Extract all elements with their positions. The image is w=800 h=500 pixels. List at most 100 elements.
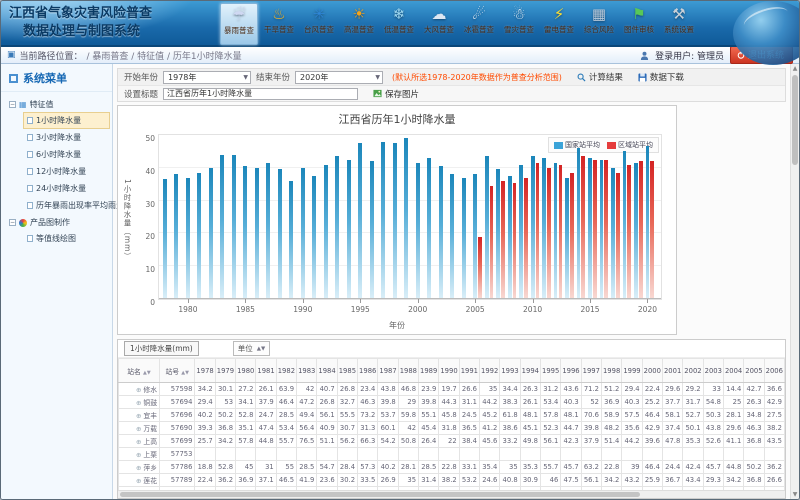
nav-item-wind[interactable]: ☁大风普查 (420, 3, 458, 45)
col-header-year[interactable]: 1981 (256, 359, 276, 383)
horizontal-scrollbar[interactable] (118, 490, 785, 498)
station-name-cell[interactable]: ⊕宜丰 (119, 409, 160, 422)
calc-result-button[interactable]: 计算结果 (577, 71, 623, 83)
value-cell: 25.9 (642, 474, 662, 487)
nav-item-map-review[interactable]: ⚑图件审核 (620, 3, 658, 45)
col-header-year[interactable]: 2000 (642, 359, 662, 383)
table-row: ⊕铜鼓5769429.45334.137.946.447.226.832.746… (119, 396, 785, 409)
sidebar-group[interactable]: −产品图制作 (3, 214, 110, 230)
station-name-cell[interactable]: ⊕万载 (119, 422, 160, 435)
expand-icon[interactable]: ⊕ (136, 464, 141, 472)
col-header-year[interactable]: 1987 (378, 359, 398, 383)
expand-icon[interactable]: ⊕ (136, 477, 141, 485)
col-header-year[interactable]: 1991 (459, 359, 479, 383)
end-year-select[interactable]: 2020年 ▼ (295, 71, 383, 84)
tree-collapse-icon[interactable]: − (9, 101, 16, 108)
vertical-scrollbar[interactable]: ▲ ▼ (790, 64, 799, 499)
col-header-year[interactable]: 2005 (744, 359, 764, 383)
station-name-cell[interactable]: ⊕铜鼓 (119, 396, 160, 409)
col-header-year[interactable]: 1982 (276, 359, 296, 383)
unit-button[interactable]: 1小时降水量(mm) (124, 341, 199, 356)
col-header-year[interactable]: 1983 (297, 359, 317, 383)
expand-icon[interactable]: ⊕ (136, 386, 141, 394)
station-id-cell: 57699 (160, 435, 195, 448)
nav-item-hail[interactable]: ☄冰雹普查 (460, 3, 498, 45)
sidebar-item[interactable]: 1小时降水量 (23, 112, 110, 129)
col-header-year[interactable]: 1992 (480, 359, 500, 383)
value-cell: 31.1 (459, 396, 479, 409)
col-header-year[interactable]: 1979 (215, 359, 235, 383)
sidebar-item[interactable]: 6小时降水量 (23, 146, 110, 163)
nav-item-drought[interactable]: ♨干旱普查 (260, 3, 298, 45)
col-header-year[interactable]: 2004 (723, 359, 743, 383)
range-note: (默认所选1978-2020年数据作为普查分析范围) (392, 72, 562, 83)
expand-icon[interactable]: ⊕ (136, 451, 141, 459)
vertical-scrollbar-thumb[interactable] (792, 75, 798, 165)
nav-item-heat[interactable]: ☀高温普查 (340, 3, 378, 45)
station-name-cell[interactable]: ⊕莲花 (119, 474, 160, 487)
chart-title-input[interactable] (163, 88, 358, 100)
value-cell: 53.4 (276, 422, 296, 435)
tree-collapse-icon[interactable]: − (9, 219, 16, 226)
nav-item-typhoon[interactable]: ✳台风普查 (300, 3, 338, 45)
grid-icon: ▦ (19, 100, 27, 109)
save-icon (638, 73, 647, 82)
sort-select[interactable]: 单位 ▲▼ (233, 341, 270, 356)
station-name-cell[interactable]: ⊕上高 (119, 435, 160, 448)
scroll-down-arrow[interactable]: ▼ (791, 490, 799, 499)
nav-item-calculator[interactable]: ▦综合风险 (580, 3, 618, 45)
col-header-year[interactable]: 1997 (581, 359, 601, 383)
col-header-year[interactable]: 2006 (764, 359, 784, 383)
col-header-year[interactable]: 1998 (601, 359, 621, 383)
col-header-year[interactable]: 1985 (337, 359, 357, 383)
expand-icon[interactable]: ⊕ (136, 438, 141, 446)
bar-national (611, 168, 615, 298)
start-year-select[interactable]: 1978年 ▼ (163, 71, 251, 84)
col-header-year[interactable]: 1993 (500, 359, 520, 383)
station-name-cell[interactable]: ⊕修水 (119, 383, 160, 396)
bar-national (243, 166, 247, 298)
col-header-year[interactable]: 1978 (195, 359, 215, 383)
expand-icon[interactable]: ⊕ (136, 412, 141, 420)
table-row: ⊕宜丰5769640.250.252.824.728.549.456.155.5… (119, 409, 785, 422)
col-header-year[interactable]: 1989 (419, 359, 439, 383)
expand-icon[interactable]: ⊕ (136, 425, 141, 433)
value-cell: 31 (256, 461, 276, 474)
expand-icon[interactable]: ⊕ (136, 399, 141, 407)
sort-icons[interactable]: ▲▼ (143, 370, 151, 376)
nav-item-snow[interactable]: ☃雪灾普查 (500, 3, 538, 45)
col-header-year[interactable]: 2002 (683, 359, 703, 383)
sidebar-item[interactable]: 等值线绘图 (23, 230, 110, 247)
scroll-up-arrow[interactable]: ▲ (791, 64, 799, 73)
col-header-year[interactable]: 1996 (561, 359, 581, 383)
save-image-button[interactable]: 保存图片 (373, 88, 419, 100)
horizontal-scrollbar-thumb[interactable] (120, 492, 640, 497)
nav-item-freeze[interactable]: ❄低温普查 (380, 3, 418, 45)
col-header-year[interactable]: 2001 (662, 359, 682, 383)
col-header-year[interactable]: 1984 (317, 359, 337, 383)
col-header-year[interactable]: 1986 (358, 359, 378, 383)
sidebar-item[interactable]: 历年暴雨出现率平均雨量 (23, 197, 110, 214)
nav-item-settings[interactable]: ⚒系统设置 (660, 3, 698, 45)
col-header-year[interactable]: 1980 (236, 359, 256, 383)
sidebar-group[interactable]: −▦特征值 (3, 96, 110, 112)
nav-item-rainstorm[interactable]: ☔暴雨普查 (220, 3, 258, 45)
col-header-year[interactable]: 1994 (520, 359, 540, 383)
sidebar-item[interactable]: 3小时降水量 (23, 129, 110, 146)
col-header-year[interactable]: 1999 (622, 359, 642, 383)
sidebar-item[interactable]: 24小时降水量 (23, 180, 110, 197)
nav-item-lightning[interactable]: ⚡雷电普查 (540, 3, 578, 45)
sort-icons[interactable]: ▲▼ (181, 370, 189, 376)
station-name-cell[interactable]: ⊕上栗 (119, 448, 160, 461)
station-name-cell[interactable]: ⊕萍乡 (119, 461, 160, 474)
col-header-station[interactable]: 站名 ▲▼ (119, 359, 160, 383)
sidebar-item[interactable]: 12小时降水量 (23, 163, 110, 180)
col-header-id[interactable]: 站号 ▲▼ (160, 359, 195, 383)
value-cell: 51.4 (601, 435, 621, 448)
col-header-year[interactable]: 2003 (703, 359, 723, 383)
col-header-year[interactable]: 1988 (398, 359, 418, 383)
nav-item-label: 冰雹普查 (464, 25, 494, 34)
col-header-year[interactable]: 1995 (541, 359, 561, 383)
col-header-year[interactable]: 1990 (439, 359, 459, 383)
data-download-button[interactable]: 数据下载 (638, 71, 684, 83)
